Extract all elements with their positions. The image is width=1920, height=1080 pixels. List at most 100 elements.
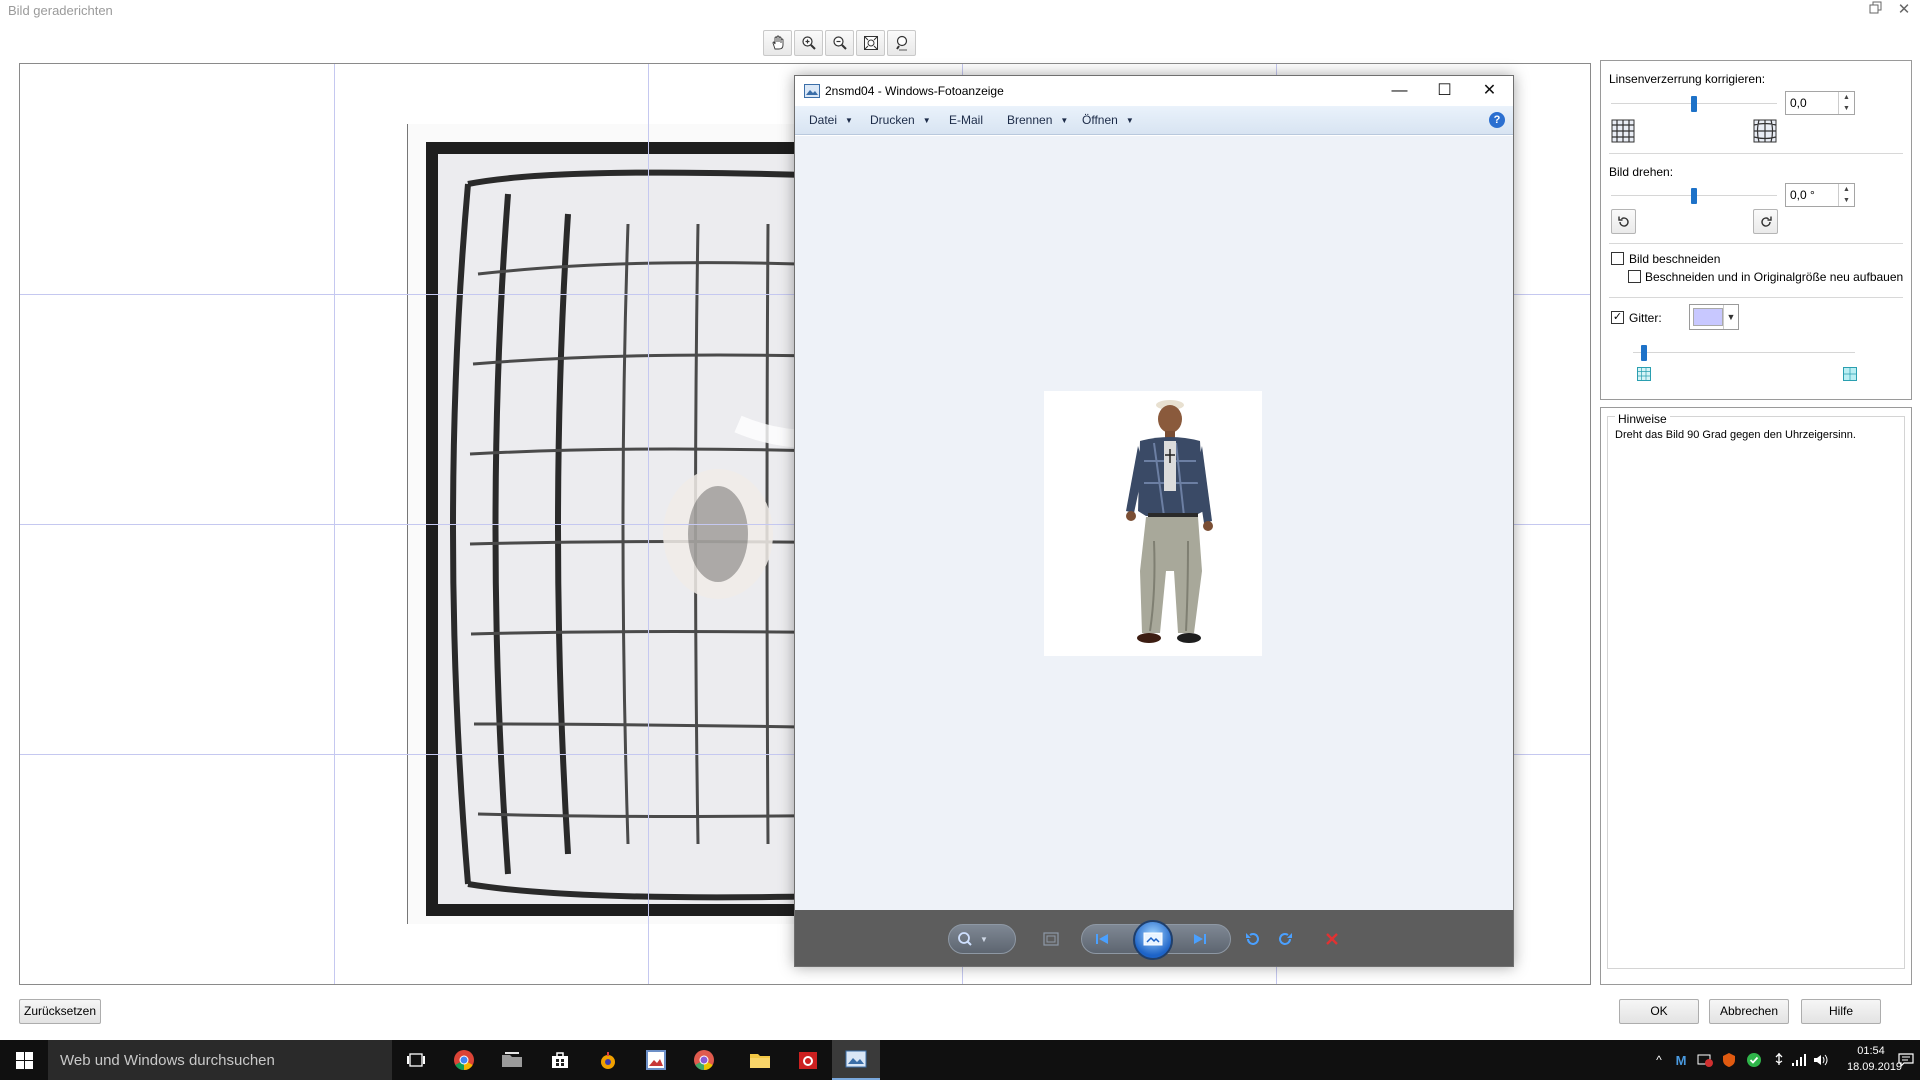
- lens-correction-spinbox[interactable]: 0,0 ▲ ▼: [1785, 91, 1855, 115]
- viewer-title: 2nsmd04 - Windows-Fotoanzeige: [825, 84, 1004, 98]
- grid-color-dropdown[interactable]: ▼: [1689, 304, 1739, 330]
- actual-size-tool[interactable]: [887, 30, 916, 56]
- settings-panel: Linsenverzerrung korrigieren: 0,0 ▲ ▼ Bil…: [1600, 60, 1912, 400]
- rotate-cw-viewer-icon[interactable]: [1277, 931, 1295, 947]
- lens-correction-label: Linsenverzerrung korrigieren:: [1609, 72, 1766, 86]
- grid-checkbox[interactable]: ✓: [1611, 311, 1624, 324]
- menu-oeffnen[interactable]: Öffnen ▼: [1082, 113, 1134, 127]
- search-placeholder: Web und Windows durchsuchen: [60, 1052, 275, 1069]
- viewer-image-area[interactable]: [795, 136, 1513, 910]
- viewer-titlebar: 2nsmd04 - Windows-Fotoanzeige — ☐ ✕: [795, 76, 1513, 106]
- slideshow-icon[interactable]: [1133, 920, 1173, 960]
- signal-icon[interactable]: [1791, 1052, 1807, 1068]
- zoom-icon[interactable]: [957, 931, 975, 947]
- grid-fine-icon: [1637, 367, 1651, 384]
- camera-app-icon[interactable]: [784, 1040, 832, 1080]
- photo-viewer-app-icon: [804, 84, 820, 98]
- rotate-ccw-viewer-icon[interactable]: [1243, 931, 1261, 947]
- crop-rebuild-checkbox[interactable]: [1628, 270, 1641, 283]
- dropdown-caret-icon: ▼: [922, 116, 931, 125]
- chevron-up-icon[interactable]: ^: [1651, 1052, 1667, 1068]
- menu-datei[interactable]: Datei ▼: [809, 113, 853, 127]
- menu-email[interactable]: E-Mail: [949, 113, 983, 127]
- delete-icon[interactable]: [1323, 931, 1341, 947]
- lens-slider-thumb[interactable]: [1691, 96, 1697, 112]
- rotate-spinbox[interactable]: 0,0 ° ▲ ▼: [1785, 183, 1855, 207]
- close-icon[interactable]: ✕: [1467, 76, 1512, 106]
- taskbar-search-box[interactable]: Web und Windows durchsuchen: [48, 1040, 392, 1080]
- viewer-controlbar: ▼: [795, 910, 1513, 966]
- dropdown-caret-icon: ▼: [845, 116, 853, 125]
- dialog-close-icon[interactable]: ✕: [1891, 0, 1917, 20]
- zoom-100-icon: [895, 35, 907, 51]
- start-button[interactable]: [0, 1040, 48, 1080]
- m-app-icon[interactable]: M: [1673, 1052, 1689, 1068]
- pictures-icon[interactable]: [632, 1040, 680, 1080]
- grid-label: Gitter:: [1629, 311, 1662, 325]
- taskbar-clock[interactable]: 01:54 18.09.2019: [1847, 1043, 1903, 1075]
- action-center-icon[interactable]: [1898, 1052, 1914, 1068]
- crop-label: Bild beschneiden: [1629, 252, 1721, 266]
- spin-arrows-icon[interactable]: ▲ ▼: [1838, 184, 1854, 206]
- cancel-button[interactable]: Abbrechen: [1709, 999, 1789, 1024]
- zoom-in-tool[interactable]: [794, 30, 823, 56]
- crop-checkbox[interactable]: [1611, 252, 1624, 265]
- actual-size-icon[interactable]: [1042, 931, 1060, 947]
- dialog-title: Bild geraderichten: [8, 3, 113, 18]
- displayed-photo: [1044, 391, 1262, 656]
- previous-icon[interactable]: [1093, 931, 1111, 947]
- barrel-grid-icon[interactable]: [1753, 119, 1777, 146]
- task-view-icon[interactable]: [392, 1040, 440, 1080]
- grid-size-slider[interactable]: [1633, 352, 1855, 354]
- menu-drucken[interactable]: Drucken ▼: [870, 113, 931, 127]
- hints-caption: Hinweise: [1615, 412, 1670, 426]
- zoom-dropdown-icon[interactable]: ▼: [975, 931, 993, 947]
- zoom-out-icon: [832, 36, 847, 50]
- maximize-icon[interactable]: ☐: [1422, 76, 1467, 106]
- rotate-left-button[interactable]: [1611, 209, 1636, 234]
- fit-to-window-tool[interactable]: [856, 30, 885, 56]
- rotate-value: 0,0 °: [1790, 188, 1815, 202]
- pan-tool[interactable]: [763, 30, 792, 56]
- clock-time: 01:54: [1857, 1045, 1885, 1057]
- ok-button[interactable]: OK: [1619, 999, 1699, 1024]
- zoom-in-icon: [801, 36, 816, 50]
- viewer-menubar: Datei ▼ Drucken ▼ E-Mail Brennen ▼ Öffnen ▼ …: [795, 106, 1513, 135]
- network-warning-icon[interactable]: [1697, 1052, 1713, 1068]
- grid-color-swatch: [1693, 308, 1723, 326]
- file-explorer-icon[interactable]: [736, 1040, 784, 1080]
- zoom-out-tool[interactable]: [825, 30, 854, 56]
- grid-size-thumb[interactable]: [1641, 345, 1648, 361]
- rotate-right-button[interactable]: [1753, 209, 1778, 234]
- chevron-down-icon[interactable]: ▼: [1723, 305, 1738, 329]
- spin-arrows-icon[interactable]: ▲ ▼: [1838, 92, 1854, 114]
- app-icon[interactable]: [584, 1040, 632, 1080]
- restore-icon[interactable]: [1862, 0, 1888, 20]
- reset-button[interactable]: Zurücksetzen: [19, 999, 101, 1024]
- check-icon[interactable]: [1746, 1052, 1762, 1068]
- clock-date: 18.09.2019: [1847, 1061, 1903, 1073]
- help-icon[interactable]: ?: [1489, 112, 1505, 128]
- chrome-icon[interactable]: [440, 1040, 488, 1080]
- notification-icon[interactable]: [1821, 1052, 1837, 1068]
- usb-icon[interactable]: [1771, 1052, 1787, 1068]
- menu-brennen[interactable]: Brennen ▼: [1007, 113, 1068, 127]
- next-icon[interactable]: [1191, 931, 1209, 947]
- rotate-cw-icon: [1760, 216, 1772, 227]
- help-button[interactable]: Hilfe: [1801, 999, 1881, 1024]
- hints-text: Dreht das Bild 90 Grad gegen den Uhrzeig…: [1615, 429, 1856, 441]
- hand-icon: [772, 35, 783, 50]
- crop-rebuild-label: Beschneiden und in Originalgröße neu auf…: [1645, 270, 1904, 284]
- lens-value: 0,0: [1790, 96, 1807, 110]
- store-icon[interactable]: [536, 1040, 584, 1080]
- minimize-icon[interactable]: —: [1377, 76, 1422, 106]
- chrome-canary-icon[interactable]: [680, 1040, 728, 1080]
- pincushion-grid-icon[interactable]: [1611, 119, 1635, 146]
- view-toolbar: [763, 30, 916, 56]
- photo-viewer-window: 2nsmd04 - Windows-Fotoanzeige — ☐ ✕ Date…: [794, 75, 1514, 967]
- folder-tools-icon[interactable]: [488, 1040, 536, 1080]
- rotate-ccw-icon: [1617, 216, 1629, 227]
- rotate-slider-thumb[interactable]: [1691, 188, 1697, 204]
- shield-icon[interactable]: [1721, 1052, 1737, 1068]
- photo-viewer-icon[interactable]: [832, 1040, 880, 1080]
